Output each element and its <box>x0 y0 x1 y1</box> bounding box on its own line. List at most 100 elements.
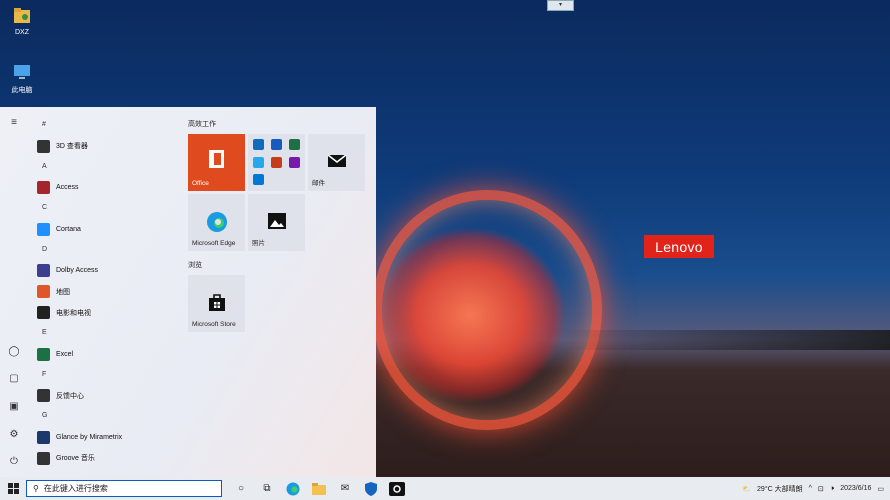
taskbar-lenovo-vantage[interactable] <box>384 477 410 500</box>
language-bar-widget[interactable]: ▾ <box>547 0 574 11</box>
power-icon[interactable]: ⏻ <box>8 456 20 468</box>
app-icon <box>37 264 50 278</box>
task-view-icon: ⧉ <box>263 483 271 494</box>
app-list: #3D 查看器 A Access C Cortana D Dolby Access 地图电影和… <box>32 115 172 469</box>
folder-icon <box>312 482 326 495</box>
app-list-item-label: Groove 音乐 <box>56 455 95 463</box>
search-placeholder: 在此键入进行搜索 <box>43 484 108 493</box>
app-list-section-letter[interactable]: A <box>32 157 172 178</box>
app-list-item[interactable]: Groove 音乐 <box>32 448 172 469</box>
taskbar-file-explorer[interactable] <box>306 477 332 500</box>
tile-label: 照片 <box>252 240 265 247</box>
group-title-productivity: 高效工作 <box>188 121 216 128</box>
app-list-item[interactable]: 电影和电视 <box>32 302 172 323</box>
app-icon <box>37 139 50 153</box>
app-list-item-label: 反馈中心 <box>56 392 84 400</box>
tile-label: Microsoft Edge <box>192 240 236 247</box>
app-icon <box>37 389 50 403</box>
app-list-item-label: Excel <box>56 350 74 358</box>
group-title-browse: 浏览 <box>188 262 202 269</box>
app-list-item[interactable]: Glance by Mirametrix <box>32 427 172 448</box>
settings-icon[interactable]: ⚙ <box>8 429 20 441</box>
app-list-section-letter[interactable]: C <box>32 198 172 219</box>
app-list-item[interactable]: Access <box>32 177 172 198</box>
desktop-icon-label: DXZ <box>15 29 29 36</box>
app-list-item[interactable]: Cortana <box>32 219 172 240</box>
tile-mail[interactable]: 邮件 <box>308 134 365 191</box>
app-icon <box>37 347 50 361</box>
mail-icon: ✉ <box>340 483 350 494</box>
app-icon <box>37 222 50 236</box>
desktop-icon-this-pc[interactable]: 此电脑 <box>2 62 42 95</box>
weather-text[interactable]: 29°C 大部晴朗 <box>757 484 803 494</box>
app-list-item[interactable]: 3D 查看器 <box>32 136 172 157</box>
app-icon <box>37 451 50 465</box>
mail-icon <box>327 154 347 167</box>
taskbar: ⚲ 在此键入进行搜索 ○ ⧉ ✉ ⛅ 29°C 大部晴朗 ^ ⊡ 🕨 2023/… <box>0 477 890 500</box>
vantage-icon <box>389 481 405 496</box>
app-list-item-label: 3D 查看器 <box>56 143 88 151</box>
task-view-button[interactable]: ⧉ <box>254 477 280 500</box>
app-list-section-letter[interactable]: F <box>32 365 172 386</box>
chevron-up-icon[interactable]: ^ <box>809 485 812 492</box>
app-icon <box>37 285 50 299</box>
powerpoint-icon <box>271 157 282 168</box>
shield-icon <box>365 481 377 496</box>
pictures-icon[interactable]: ▣ <box>8 401 20 413</box>
tile-label: 邮件 <box>312 180 325 187</box>
onenote-icon <box>289 157 300 168</box>
tile-photos[interactable]: 照片 <box>248 194 305 251</box>
tray-date[interactable]: 2023/6/16 <box>840 485 871 492</box>
taskbar-search[interactable]: ⚲ 在此键入进行搜索 <box>26 480 222 497</box>
network-icon[interactable]: ⊡ <box>818 485 824 493</box>
app-list-section-letter[interactable]: E <box>32 323 172 344</box>
system-tray: ⛅ 29°C 大部晴朗 ^ ⊡ 🕨 2023/6/16 ▭ <box>742 477 884 500</box>
photos-icon <box>268 213 286 229</box>
desktop-icon-dxz[interactable]: DXZ <box>2 6 42 36</box>
app-list-section-letter[interactable]: # <box>32 115 172 136</box>
app-icon <box>37 430 50 444</box>
app-list-item[interactable]: 地图 <box>32 281 172 302</box>
notification-icon[interactable]: ▭ <box>877 485 884 493</box>
word-icon <box>271 139 282 150</box>
tile-office[interactable]: Office <box>188 134 245 191</box>
taskbar-security[interactable] <box>358 477 384 500</box>
taskbar-mail[interactable]: ✉ <box>332 477 358 500</box>
office-icon <box>209 150 224 168</box>
start-menu: ≡ ◯ ▢ ▣ ⚙ ⏻ #3D 查看器 A Access C Cortana D Dolby… <box>0 107 376 477</box>
hamburger-icon[interactable]: ≡ <box>8 117 20 129</box>
tile-office-apps-folder[interactable] <box>248 134 305 191</box>
skype-icon <box>253 174 264 185</box>
app-list-item[interactable]: Excel <box>32 344 172 365</box>
wallpaper-light-ring <box>372 190 602 430</box>
store-icon <box>209 294 225 311</box>
volume-icon[interactable]: 🕨 <box>830 485 834 493</box>
app-list-item-label: Glance by Mirametrix <box>56 433 123 441</box>
search-icon: ⚲ <box>33 484 39 493</box>
tile-label: Microsoft Store <box>192 321 236 328</box>
excel-icon <box>289 139 300 150</box>
app-list-item-label: Cortana <box>56 225 81 233</box>
edge-icon <box>286 482 300 495</box>
wallpaper-horizon <box>560 330 890 350</box>
app-list-item-label: Access <box>56 184 79 192</box>
document-icon[interactable]: ▢ <box>8 373 20 385</box>
app-list-item[interactable]: Dolby Access <box>32 261 172 282</box>
app-list-item-label: Dolby Access <box>56 267 99 275</box>
tile-edge[interactable]: Microsoft Edge <box>188 194 245 251</box>
desktop-icon-label: 此电脑 <box>11 87 33 94</box>
tile-store[interactable]: Microsoft Store <box>188 275 245 332</box>
app-list-section-letter[interactable]: G <box>32 406 172 427</box>
folder-user-icon <box>12 6 32 26</box>
app-list-section-letter[interactable]: D <box>32 240 172 261</box>
cortana-button[interactable]: ○ <box>228 477 254 500</box>
app-list-item[interactable]: 反馈中心 <box>32 385 172 406</box>
taskbar-edge[interactable] <box>280 477 306 500</box>
app-list-item-label: 电影和电视 <box>56 309 91 317</box>
outlook-icon <box>253 139 264 150</box>
tile-label: Office <box>192 180 209 187</box>
app-list-item-label: 地图 <box>56 288 70 296</box>
user-icon[interactable]: ◯ <box>8 346 20 358</box>
start-button[interactable] <box>0 477 26 500</box>
weather-icon: ⛅ <box>742 485 752 493</box>
